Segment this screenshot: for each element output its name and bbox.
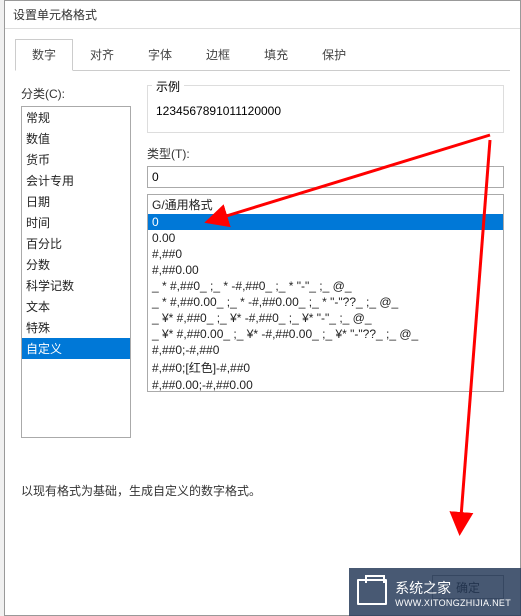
sample-label: 示例 — [152, 78, 184, 95]
category-item[interactable]: 百分比 — [22, 233, 130, 254]
tab-number[interactable]: 数字 — [15, 39, 73, 71]
type-label: 类型(T): — [147, 145, 504, 162]
category-item[interactable]: 时间 — [22, 212, 130, 233]
tab-content-number: 分类(C): 常规数值货币会计专用日期时间百分比分数科学记数文本特殊自定义 示例… — [5, 71, 520, 513]
tab-font[interactable]: 字体 — [131, 39, 189, 70]
category-item[interactable]: 科学记数 — [22, 275, 130, 296]
watermark-url: WWW.XITONGZHIJIA.NET — [395, 598, 511, 608]
format-item[interactable]: #,##0 — [148, 246, 503, 262]
format-item[interactable]: _ ¥* #,##0_ ;_ ¥* -#,##0_ ;_ ¥* "-"_ ;_ … — [148, 310, 503, 326]
format-cells-dialog: 设置单元格格式 数字 对齐 字体 边框 填充 保护 分类(C): 常规数值货币会… — [4, 0, 521, 616]
sample-box: 示例 1234567891011120000 — [147, 85, 504, 133]
watermark-text: 系统之家 — [395, 578, 511, 598]
watermark: 系统之家 WWW.XITONGZHIJIA.NET — [349, 568, 521, 616]
category-item[interactable]: 货币 — [22, 149, 130, 170]
tab-strip: 数字 对齐 字体 边框 填充 保护 — [15, 39, 510, 71]
sample-value: 1234567891011120000 — [148, 90, 503, 118]
format-item[interactable]: #,##0;[红色]-#,##0 — [148, 358, 503, 377]
format-item[interactable]: #,##0;-#,##0 — [148, 342, 503, 358]
format-item[interactable]: _ ¥* #,##0.00_ ;_ ¥* -#,##0.00_ ;_ ¥* "-… — [148, 326, 503, 342]
category-column: 分类(C): 常规数值货币会计专用日期时间百分比分数科学记数文本特殊自定义 — [21, 85, 131, 438]
format-item[interactable]: #,##0.00;-#,##0.00 — [148, 377, 503, 392]
dialog-title: 设置单元格格式 — [5, 1, 520, 29]
description-text: 以现有格式为基础，生成自定义的数字格式。 — [21, 482, 504, 499]
watermark-house-icon — [357, 579, 387, 605]
category-item[interactable]: 会计专用 — [22, 170, 130, 191]
category-item[interactable]: 分数 — [22, 254, 130, 275]
format-item[interactable]: _ * #,##0_ ;_ * -#,##0_ ;_ * "-"_ ;_ @_ — [148, 278, 503, 294]
category-item[interactable]: 自定义 — [22, 338, 130, 359]
tab-alignment[interactable]: 对齐 — [73, 39, 131, 70]
format-code-listbox[interactable]: G/通用格式00.00#,##0#,##0.00_ * #,##0_ ;_ * … — [147, 194, 504, 392]
category-item[interactable]: 文本 — [22, 296, 130, 317]
format-item[interactable]: _ * #,##0.00_ ;_ * -#,##0.00_ ;_ * "-"??… — [148, 294, 503, 310]
format-item[interactable]: G/通用格式 — [148, 195, 503, 214]
type-input[interactable] — [147, 166, 504, 188]
category-item[interactable]: 常规 — [22, 107, 130, 128]
tab-protection[interactable]: 保护 — [305, 39, 363, 70]
category-label: 分类(C): — [21, 85, 131, 102]
tab-border[interactable]: 边框 — [189, 39, 247, 70]
category-item[interactable]: 日期 — [22, 191, 130, 212]
category-item[interactable]: 数值 — [22, 128, 130, 149]
category-listbox[interactable]: 常规数值货币会计专用日期时间百分比分数科学记数文本特殊自定义 — [21, 106, 131, 438]
tab-fill[interactable]: 填充 — [247, 39, 305, 70]
format-item[interactable]: #,##0.00 — [148, 262, 503, 278]
category-item[interactable]: 特殊 — [22, 317, 130, 338]
format-item[interactable]: 0 — [148, 214, 503, 230]
format-item[interactable]: 0.00 — [148, 230, 503, 246]
right-panel: 示例 1234567891011120000 类型(T): G/通用格式00.0… — [147, 85, 504, 438]
